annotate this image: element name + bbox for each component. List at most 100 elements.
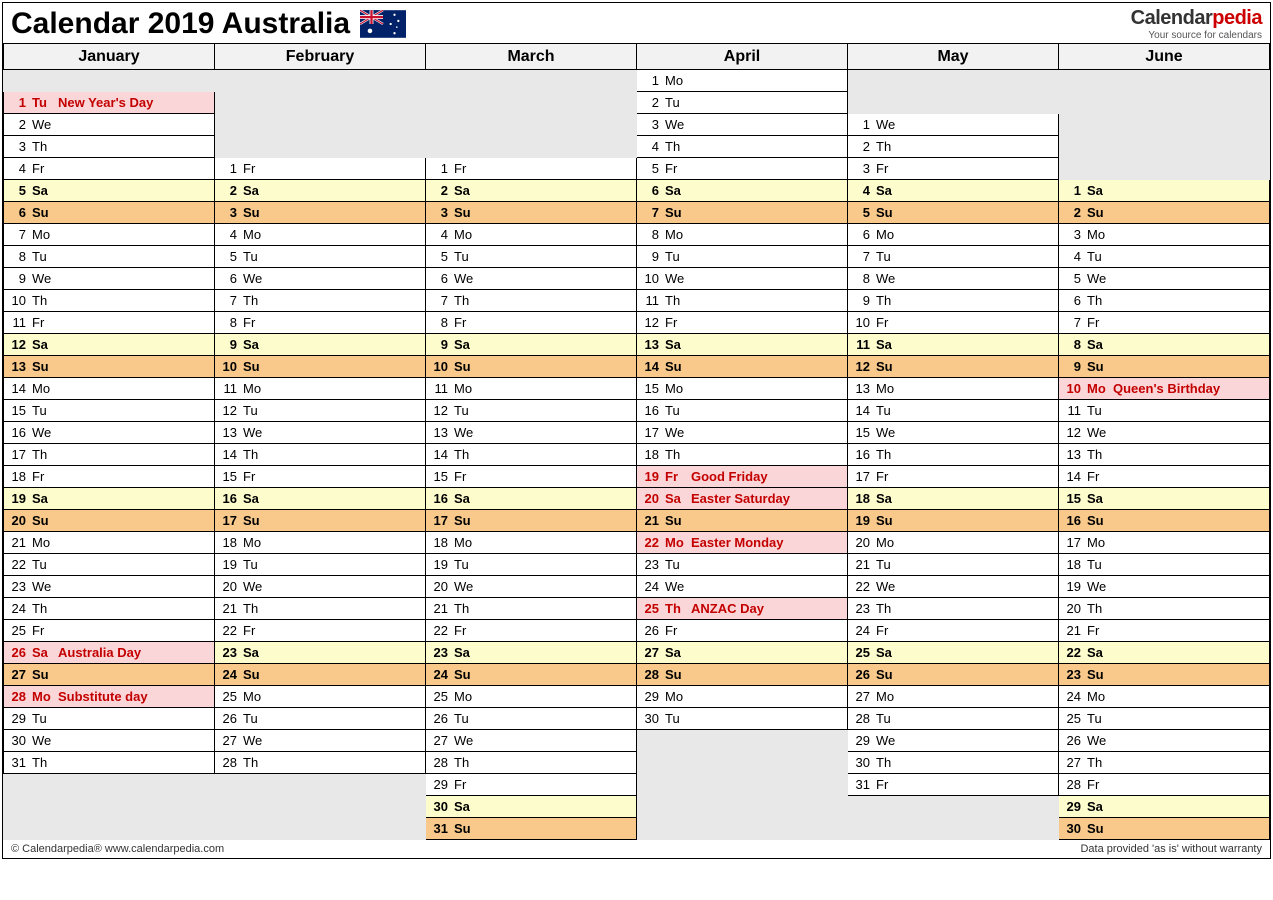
- weekday: Fr: [876, 469, 898, 484]
- day-cell: 10Fr: [848, 312, 1059, 334]
- day-cell: 11Mo: [215, 378, 426, 400]
- day-number: 29: [641, 689, 659, 704]
- day-cell: 28Th: [215, 752, 426, 774]
- weekday: Mo: [243, 381, 265, 396]
- day-number: 2: [641, 95, 659, 110]
- day-number: 9: [219, 337, 237, 352]
- empty-cell: [426, 114, 637, 136]
- weekday: Sa: [32, 337, 54, 352]
- day-cell: 20Th: [1059, 598, 1270, 620]
- calendar-row: 25Fr22Fr22Fr26Fr24Fr21Fr: [4, 620, 1270, 642]
- day-number: 6: [430, 271, 448, 286]
- day-cell: 6Th: [1059, 290, 1270, 312]
- event-label: ANZAC Day: [691, 601, 764, 616]
- weekday: Mo: [32, 381, 54, 396]
- empty-cell: [848, 70, 1059, 92]
- day-number: 22: [852, 579, 870, 594]
- day-cell: 14Mo: [4, 378, 215, 400]
- day-cell: 11Sa: [848, 334, 1059, 356]
- weekday: We: [665, 579, 687, 594]
- day-number: 17: [8, 447, 26, 462]
- day-number: 30: [430, 799, 448, 814]
- day-number: 19: [219, 557, 237, 572]
- empty-cell: [637, 818, 848, 840]
- day-cell: 14Th: [215, 444, 426, 466]
- day-cell: 12Sa: [4, 334, 215, 356]
- day-cell: 8Mo: [637, 224, 848, 246]
- day-number: 7: [8, 227, 26, 242]
- empty-cell: [215, 114, 426, 136]
- weekday: Sa: [32, 491, 54, 506]
- day-number: 26: [1063, 733, 1081, 748]
- day-number: 30: [1063, 821, 1081, 836]
- weekday: Mo: [32, 689, 54, 704]
- day-cell: 19Sa: [4, 488, 215, 510]
- day-cell: 4Sa: [848, 180, 1059, 202]
- day-number: 13: [430, 425, 448, 440]
- weekday: Su: [454, 205, 476, 220]
- weekday: Fr: [876, 623, 898, 638]
- day-cell: 31Su: [426, 818, 637, 840]
- day-cell: 16Sa: [426, 488, 637, 510]
- day-number: 5: [219, 249, 237, 264]
- weekday: Fr: [665, 623, 687, 638]
- weekday: Mo: [32, 535, 54, 550]
- day-number: 4: [219, 227, 237, 242]
- day-number: 25: [641, 601, 659, 616]
- weekday: We: [243, 425, 265, 440]
- weekday: Th: [1087, 601, 1109, 616]
- day-number: 2: [219, 183, 237, 198]
- day-cell: 25Mo: [426, 686, 637, 708]
- weekday: Th: [32, 293, 54, 308]
- day-cell: 26SaAustralia Day: [4, 642, 215, 664]
- empty-cell: [1059, 114, 1270, 136]
- weekday: Fr: [454, 469, 476, 484]
- day-cell: 29Tu: [4, 708, 215, 730]
- weekday: Th: [876, 755, 898, 770]
- day-number: 21: [8, 535, 26, 550]
- weekday: Fr: [665, 315, 687, 330]
- weekday: Mo: [665, 689, 687, 704]
- day-cell: 26Tu: [215, 708, 426, 730]
- weekday: Su: [876, 205, 898, 220]
- day-cell: 2Su: [1059, 202, 1270, 224]
- weekday: Th: [32, 447, 54, 462]
- day-cell: 27We: [215, 730, 426, 752]
- day-number: 9: [8, 271, 26, 286]
- day-number: 26: [852, 667, 870, 682]
- day-cell: 20SaEaster Saturday: [637, 488, 848, 510]
- weekday: Fr: [454, 161, 476, 176]
- day-cell: 7Su: [637, 202, 848, 224]
- day-cell: 16Tu: [637, 400, 848, 422]
- day-number: 17: [1063, 535, 1081, 550]
- day-cell: 24Su: [426, 664, 637, 686]
- day-cell: 29Fr: [426, 774, 637, 796]
- australia-flag-icon: [360, 10, 406, 38]
- day-cell: 22Sa: [1059, 642, 1270, 664]
- day-number: 9: [641, 249, 659, 264]
- calendar-row: 31Su30Su: [4, 818, 1270, 840]
- weekday: Mo: [876, 227, 898, 242]
- weekday: Su: [243, 667, 265, 682]
- calendar-row: 27Su24Su24Su28Su26Su23Su: [4, 664, 1270, 686]
- weekday: Sa: [243, 183, 265, 198]
- day-number: 3: [8, 139, 26, 154]
- day-number: 27: [1063, 755, 1081, 770]
- weekday: Su: [32, 359, 54, 374]
- weekday: Fr: [32, 161, 54, 176]
- weekday: Fr: [243, 315, 265, 330]
- weekday: We: [32, 271, 54, 286]
- weekday: Sa: [665, 645, 687, 660]
- weekday: Sa: [1087, 183, 1109, 198]
- day-cell: 12Tu: [215, 400, 426, 422]
- day-cell: 13Mo: [848, 378, 1059, 400]
- weekday: Su: [243, 205, 265, 220]
- day-number: 7: [1063, 315, 1081, 330]
- calendar-row: 1TuNew Year's Day2Tu: [4, 92, 1270, 114]
- day-number: 29: [8, 711, 26, 726]
- day-cell: 8Tu: [4, 246, 215, 268]
- weekday: Sa: [454, 183, 476, 198]
- weekday: We: [665, 117, 687, 132]
- calendar-row: 15Tu12Tu12Tu16Tu14Tu11Tu: [4, 400, 1270, 422]
- weekday: We: [1087, 425, 1109, 440]
